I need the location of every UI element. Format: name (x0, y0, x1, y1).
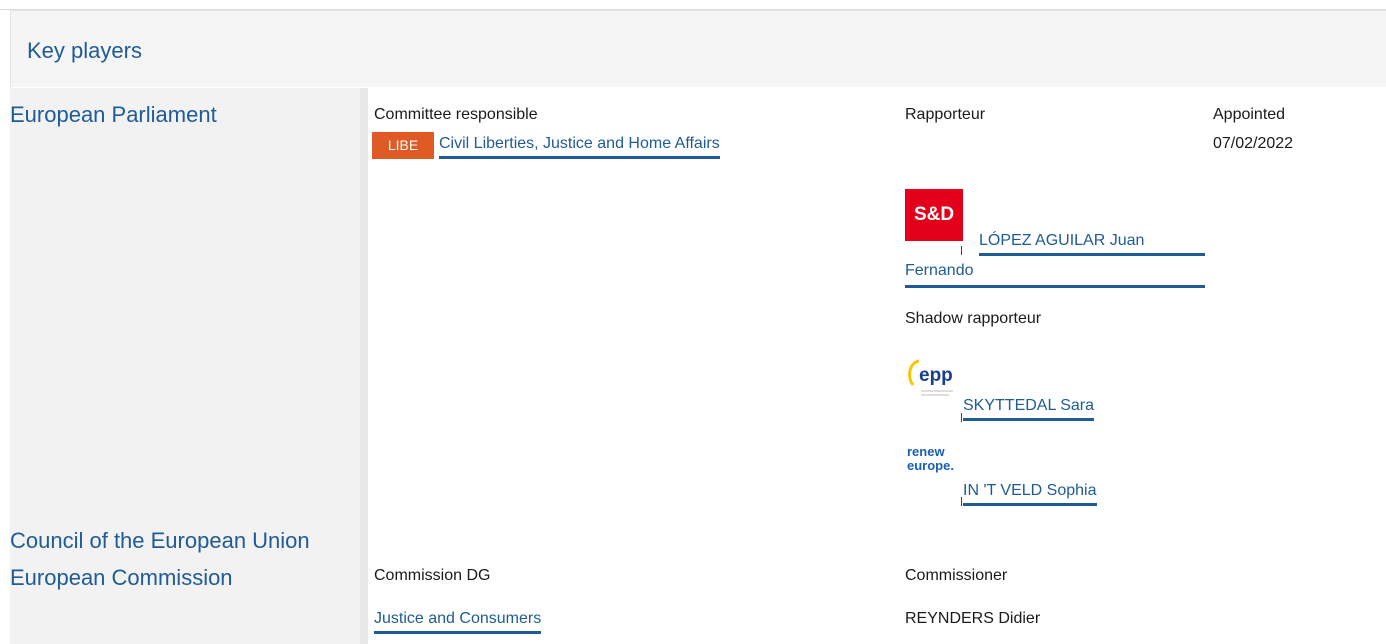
rapporteur-link-line2[interactable]: Fernando (905, 261, 974, 283)
rapporteur-link-underline (905, 285, 1205, 288)
epp-group-logo: epp (905, 351, 963, 403)
institutions-column (10, 88, 368, 644)
logo-tick (961, 246, 962, 255)
commissioner-name: REYNDERS Didier (905, 610, 1041, 627)
shadow-rapporteur-header: Shadow rapporteur (905, 310, 1042, 327)
appointed-header: Appointed (1213, 106, 1286, 123)
appointed-date: 07/02/2022 (1213, 135, 1294, 152)
commissioner-header: Commissioner (905, 567, 1008, 584)
committee-responsible-header: Committee responsible (374, 106, 538, 123)
renew-logo-line1: renew (907, 444, 945, 459)
logo-tick (961, 413, 962, 422)
rapporteur-header: Rapporteur (905, 106, 986, 123)
institution-european-parliament: European Parliament (10, 102, 217, 127)
epp-logo-text: epp (919, 365, 953, 386)
shadow-rapporteur-link-in-t-veld[interactable]: IN 'T VELD Sophia (963, 481, 1097, 506)
rapporteur-link[interactable]: LÓPEZ AGUILAR Juan (979, 231, 1205, 256)
commission-dg-header: Commission DG (374, 567, 491, 584)
committee-link-libe[interactable]: Civil Liberties, Justice and Home Affair… (439, 134, 720, 159)
commission-dg-link[interactable]: Justice and Consumers (374, 609, 542, 634)
committee-code-badge: LIBE (372, 132, 434, 159)
renew-logo-line2: europe. (907, 458, 954, 473)
institution-council: Council of the European Union (10, 528, 310, 553)
section-title: Key players (27, 38, 142, 63)
section-header: Key players (10, 10, 1386, 87)
column-divider (360, 88, 368, 644)
shadow-rapporteur-link-skyttedal[interactable]: SKYTTEDAL Sara (963, 396, 1095, 421)
institution-european-commission: European Commission (10, 565, 233, 590)
sd-group-logo: S&D (905, 189, 963, 241)
logo-tick (961, 497, 962, 506)
renew-europe-group-logo: renew europe. (905, 436, 963, 482)
